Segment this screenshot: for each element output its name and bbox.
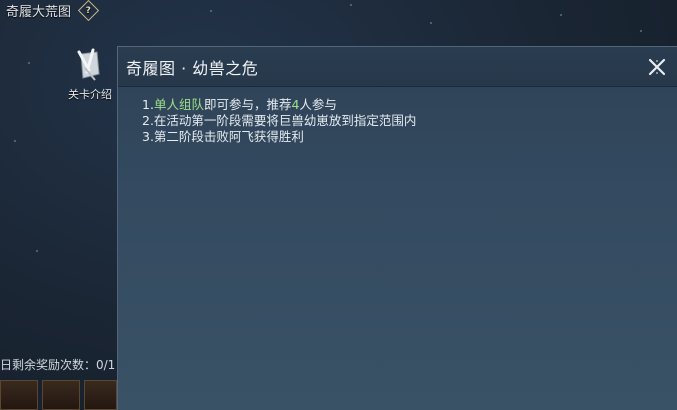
stage-intro-label: 关卡介绍 (68, 88, 112, 101)
highlight-team: 单人组队 (153, 97, 204, 112)
reward-count-text: 日剩余奖励次数：0/1 (0, 358, 116, 372)
map-title-bar: 奇履大荒图 ? (0, 0, 100, 21)
stage-intro-dialog: 奇履图 · 幼兽之危 1.单人组队即可参与，推荐4人参与 2.在活动第一阶段需要… (117, 46, 677, 410)
dialog-title: 奇履图 · 幼兽之危 (126, 58, 259, 78)
reward-slot[interactable] (42, 380, 80, 410)
close-button[interactable] (647, 57, 667, 77)
rule-line-3: 3.第二阶段击败阿飞获得胜利 (142, 129, 304, 144)
help-icon[interactable]: ? (77, 0, 100, 21)
stage-intro-button[interactable]: 关卡介绍 (60, 46, 120, 106)
scroll-feather-icon (77, 48, 100, 81)
rules-list: 1.单人组队即可参与，推荐4人参与 2.在活动第一阶段需要将巨兽幼崽放到指定范围… (118, 87, 677, 145)
rule-line-2: 2.在活动第一阶段需要将巨兽幼崽放到指定范围内 (142, 113, 417, 128)
dialog-header: 奇履图 · 幼兽之危 (118, 47, 677, 87)
rule-line-1: 1.单人组队即可参与，推荐4人参与 (142, 97, 337, 112)
close-icon (648, 58, 666, 76)
reward-slot[interactable] (84, 380, 117, 410)
map-title: 奇履大荒图 (6, 4, 72, 20)
reward-slot[interactable] (0, 380, 38, 410)
